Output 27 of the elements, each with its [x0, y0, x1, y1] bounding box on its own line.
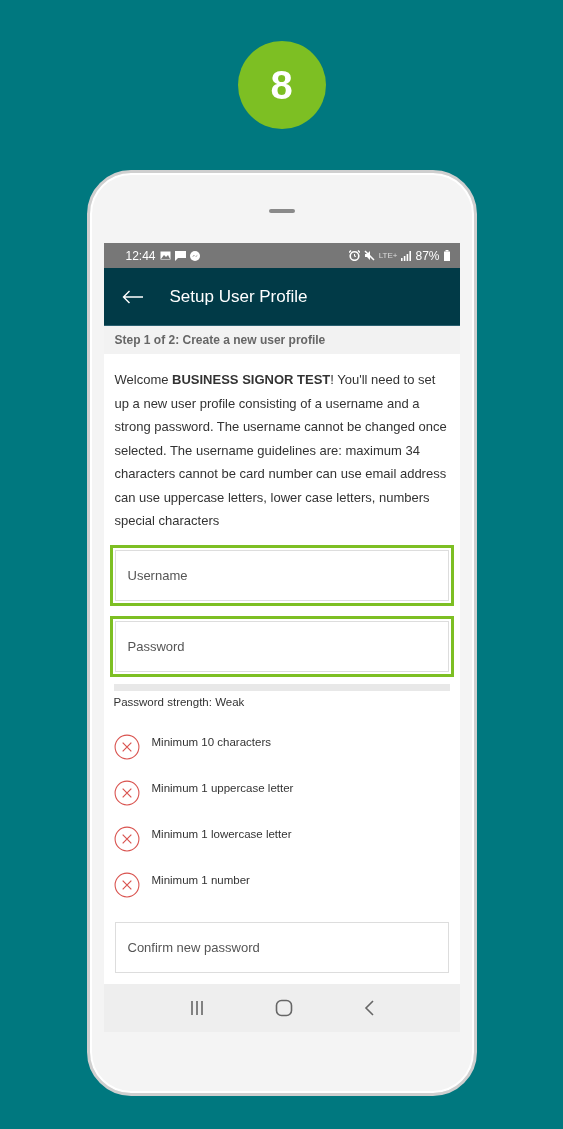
battery-icon [443, 250, 450, 261]
image-icon [159, 251, 171, 260]
requirement-text: Minimum 10 characters [151, 735, 271, 748]
messenger-icon [189, 250, 200, 261]
home-icon[interactable] [274, 999, 293, 1017]
battery-percent: 87% [415, 248, 440, 263]
clock-time: 12:44 [125, 248, 156, 263]
confirm-password-field[interactable]: Confirm new password [114, 921, 449, 973]
chat-icon [174, 250, 186, 261]
back-arrow-icon[interactable] [121, 289, 144, 304]
username-field[interactable]: Username [114, 549, 449, 601]
requirement-text: Minimum 1 uppercase letter [151, 781, 294, 794]
requirement-text: Minimum 1 lowercase letter [151, 827, 292, 840]
signal-icon [401, 250, 412, 261]
mute-icon [363, 250, 375, 261]
requirement-text: Minimum 1 number [151, 873, 250, 886]
password-field[interactable]: Password [114, 620, 449, 672]
alarm-icon [348, 250, 360, 261]
back-icon[interactable] [362, 1000, 375, 1016]
strength-label: Password strength: Weak [113, 695, 246, 708]
step-number-badge: 8 [237, 41, 326, 129]
recent-apps-icon[interactable] [188, 1000, 205, 1016]
intro-paragraph: Welcome BUSINESS SIGNOR TEST! You'll need to set up a new user profile consisting of a username and a strong password. The username cannot be changed once selected. The username guidelines are: maximum 34 characters cannot be card number can use email address can use uppercase letters, lower case letters, numbers special characters [114, 371, 448, 530]
step-banner: Step 1 of 2: Create a new user profile [103, 326, 460, 354]
speaker-slot [268, 209, 295, 213]
network-label: LTE+ [378, 251, 398, 260]
screen-title: Setup User Profile [169, 286, 308, 307]
